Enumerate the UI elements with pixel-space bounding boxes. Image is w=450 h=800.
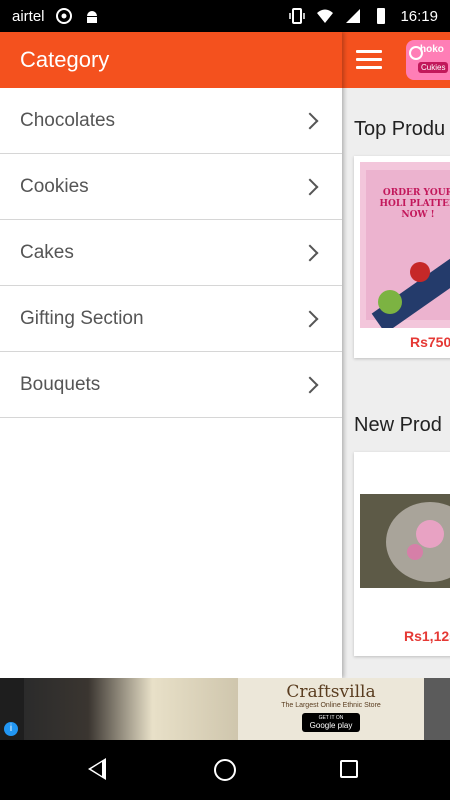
status-bar: airtel 16:19 bbox=[0, 0, 450, 32]
signal-icon bbox=[346, 9, 361, 23]
clock: 16:19 bbox=[400, 7, 438, 25]
home-icon[interactable] bbox=[214, 759, 236, 781]
app-toolbar: hoko Cukies bbox=[342, 32, 450, 88]
product-image-caption: ORDER YOUR HOLI PLATTER NOW ! bbox=[379, 188, 450, 220]
menu-icon[interactable] bbox=[356, 50, 382, 70]
chevron-right-icon bbox=[301, 376, 319, 393]
ad-tagline: The Largest Online Ethnic Store bbox=[281, 702, 381, 709]
android-icon bbox=[86, 11, 97, 23]
category-label: Cakes bbox=[20, 241, 74, 263]
category-drawer: Category Chocolates Cookies Cakes Giftin… bbox=[0, 32, 342, 678]
category-label: Chocolates bbox=[20, 109, 116, 131]
category-label: Cookies bbox=[20, 175, 89, 197]
product-image: ORDER YOUR HOLI PLATTER NOW ! bbox=[360, 162, 450, 334]
info-icon[interactable]: i bbox=[4, 722, 18, 736]
ad-text-panel: Craftsvilla The Largest Online Ethnic St… bbox=[238, 678, 424, 740]
ad-image bbox=[24, 678, 238, 740]
chevron-right-icon bbox=[301, 244, 319, 261]
recent-apps-icon[interactable] bbox=[340, 760, 358, 778]
app-logo: hoko Cukies bbox=[406, 40, 450, 80]
drawer-header: Category bbox=[0, 32, 342, 88]
section-title: Top Produ bbox=[354, 118, 446, 140]
section-title: New Prod bbox=[354, 414, 442, 436]
vibrate-icon bbox=[289, 8, 306, 24]
category-item-gifting-section[interactable]: Gifting Section bbox=[0, 286, 342, 352]
category-item-bouquets[interactable]: Bouquets bbox=[0, 352, 342, 418]
category-item-cookies[interactable]: Cookies bbox=[0, 154, 342, 220]
category-item-cakes[interactable]: Cakes bbox=[0, 220, 342, 286]
ad-brand: Craftsvilla bbox=[286, 682, 376, 702]
product-price: Rs750. bbox=[410, 334, 450, 350]
category-list: Chocolates Cookies Cakes Gifting Section… bbox=[0, 88, 342, 418]
product-card[interactable]: Rs1,125 bbox=[354, 452, 450, 656]
battery-icon bbox=[377, 8, 386, 24]
product-price: Rs1,125 bbox=[404, 628, 450, 644]
chevron-right-icon bbox=[301, 178, 319, 195]
chevron-right-icon bbox=[301, 112, 319, 129]
category-item-chocolates[interactable]: Chocolates bbox=[0, 88, 342, 154]
back-icon[interactable] bbox=[88, 758, 106, 780]
drawer-title: Category bbox=[20, 47, 110, 72]
ad-banner[interactable]: i Craftsvilla The Largest Online Ethnic … bbox=[0, 678, 450, 740]
system-nav-bar bbox=[0, 740, 450, 800]
carrier-label: airtel bbox=[12, 7, 45, 25]
headset-icon bbox=[55, 8, 72, 24]
product-image bbox=[360, 494, 450, 588]
product-card[interactable]: ORDER YOUR HOLI PLATTER NOW ! Rs750. bbox=[354, 156, 450, 358]
category-label: Gifting Section bbox=[20, 307, 144, 329]
ad-image-right bbox=[424, 678, 450, 740]
chevron-right-icon bbox=[301, 310, 319, 327]
wifi-icon bbox=[317, 9, 334, 23]
google-play-button[interactable]: GET IT ON Google play bbox=[301, 713, 361, 732]
category-label: Bouquets bbox=[20, 373, 101, 395]
google-play-label: Google play bbox=[309, 721, 353, 730]
main-content-background: hoko Cukies Top Produ ORDER YOUR HOLI PL… bbox=[342, 32, 450, 678]
